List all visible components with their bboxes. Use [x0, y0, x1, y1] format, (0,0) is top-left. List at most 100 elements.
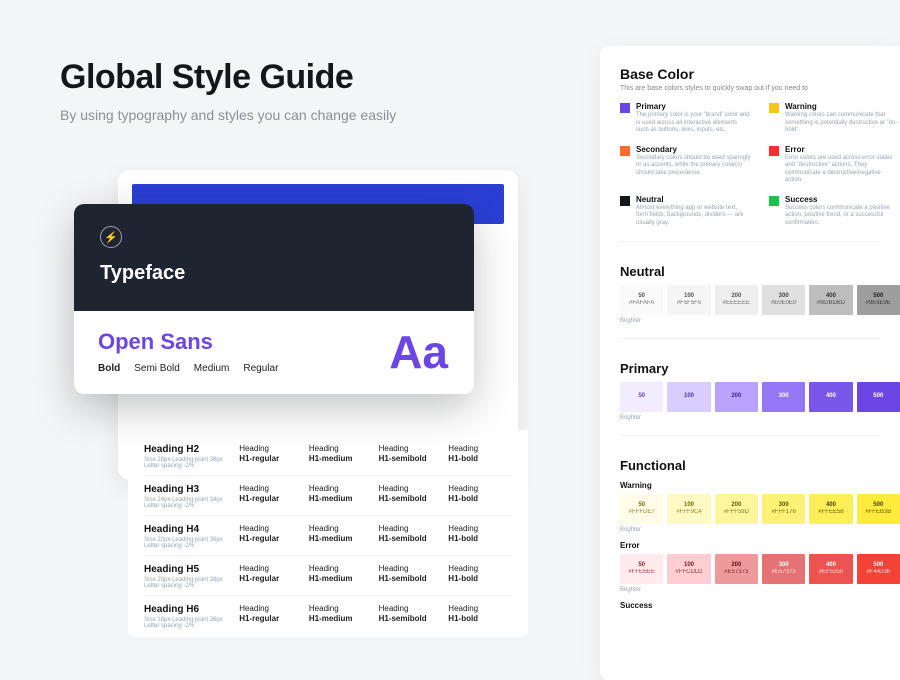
heading-spec-table: Heading H2 Size 28px Leading point 38px … — [128, 430, 528, 637]
heading-meta: Size 22px Leading point 30px Letter spac… — [144, 537, 233, 549]
color-swatch: 400#EF5350 — [809, 554, 852, 584]
heading-variant: HeadingH1-semibold — [379, 604, 443, 623]
heading-variant: HeadingH1-regular — [239, 444, 303, 463]
brighter-label: Brighter — [620, 318, 900, 324]
heading-variant: HeadingH1-bold — [448, 564, 512, 583]
primary-section: Primary 50100200300400500 Brighter — [620, 361, 900, 421]
base-color-grid: Primary The primary color is your "brand… — [620, 102, 900, 227]
color-swatch: 400#BDBDBD — [809, 285, 852, 315]
color-swatch: 100#F5F5F5 — [667, 285, 710, 315]
base-color-desc: Warning colors can communicate that some… — [785, 112, 900, 135]
base-color-title: Base Color — [620, 66, 900, 82]
heading-variant: HeadingH1-semibold — [379, 444, 443, 463]
color-swatch-icon — [769, 196, 779, 206]
heading-variant: HeadingH1-regular — [239, 604, 303, 623]
color-swatch: 200 — [715, 382, 758, 412]
color-swatch-icon — [620, 103, 630, 113]
weight-bold: Bold — [98, 363, 120, 374]
heading-meta: Size 28px Leading point 38px Letter spac… — [144, 457, 233, 469]
color-swatch: 500#9E9E9E — [857, 285, 900, 315]
color-swatch: 200#EEEEEE — [715, 285, 758, 315]
base-color-desc: The primary color is your "brand" color … — [636, 112, 751, 135]
brighter-label: Brighter — [620, 415, 900, 421]
base-color-name: Error — [785, 145, 900, 154]
base-color-desc: Almost everything app or website text, f… — [636, 205, 751, 228]
color-swatch: 200#FFF59D — [715, 494, 758, 524]
color-swatch: 500#F44336 — [857, 554, 900, 584]
base-color-item: Primary The primary color is your "brand… — [620, 102, 751, 135]
brighter-label: Brighter — [620, 527, 900, 533]
hero-block: Global Style Guide By using typography a… — [60, 58, 520, 123]
heading-row: Heading H5 Size 20px Leading point 28px … — [144, 556, 512, 596]
warning-swatch-row: 50#FFFDE7100#FFF9C4200#FFF59D300#FFF1764… — [620, 494, 900, 524]
warning-title: Warning — [620, 481, 900, 490]
heading-row: Heading H2 Size 28px Leading point 38px … — [144, 436, 512, 476]
brighter-label: Brighter — [620, 587, 900, 593]
color-swatch: 50#FAFAFA — [620, 285, 663, 315]
heading-variant: HeadingH1-semibold — [379, 564, 443, 583]
primary-swatch-row: 50100200300400500 — [620, 382, 900, 412]
color-swatch: 100#FFF9C4 — [667, 494, 710, 524]
heading-meta: Size 24px Leading point 34px Letter spac… — [144, 497, 233, 509]
heading-name: Heading H2 — [144, 444, 233, 455]
heading-variant: HeadingH1-regular — [239, 524, 303, 543]
color-swatch: 400#FFEE58 — [809, 494, 852, 524]
color-swatch: 300#FFF176 — [762, 494, 805, 524]
color-swatch: 100#FFCDD2 — [667, 554, 710, 584]
color-swatch: 300#E57373 — [762, 554, 805, 584]
color-swatch: 50#FFFDE7 — [620, 494, 663, 524]
bolt-circle-icon: ⚡ — [100, 226, 122, 248]
base-color-desc: Secondary colors should be used sparingl… — [636, 155, 751, 178]
base-color-name: Neutral — [636, 195, 751, 204]
error-title: Error — [620, 541, 900, 550]
typeface-sample-glyph: Aa — [389, 325, 448, 379]
color-swatch: 500#FFEB3B — [857, 494, 900, 524]
heading-variant: HeadingH1-bold — [448, 604, 512, 623]
color-swatch: 500 — [857, 382, 900, 412]
typeface-card: ⚡ Typeface Open Sans Bold Semi Bold Medi… — [74, 204, 474, 394]
heading-name: Heading H5 — [144, 564, 233, 575]
heading-variant: HeadingH1-medium — [309, 564, 373, 583]
heading-meta: Size 18px Leading point 26px Letter spac… — [144, 617, 233, 629]
base-color-name: Primary — [636, 102, 751, 111]
neutral-swatch-row: 50#FAFAFA100#F5F5F5200#EEEEEE300#E0E0E04… — [620, 285, 900, 315]
color-swatch: 300#E0E0E0 — [762, 285, 805, 315]
color-swatch: 200#E57373 — [715, 554, 758, 584]
neutral-section: Neutral 50#FAFAFA100#F5F5F5200#EEEEEE300… — [620, 264, 900, 324]
divider — [620, 338, 880, 339]
heading-name: Heading H3 — [144, 484, 233, 495]
base-color-subtitle: This are base colors styles to quickly s… — [620, 85, 900, 92]
divider — [620, 241, 880, 242]
typeface-card-title: Typeface — [100, 262, 448, 285]
heading-variant: HeadingH1-semibold — [379, 484, 443, 503]
weight-regular: Regular — [243, 363, 278, 374]
page-title: Global Style Guide — [60, 58, 520, 97]
heading-variant: HeadingH1-medium — [309, 444, 373, 463]
success-title: Success — [620, 601, 900, 610]
color-swatch: 50 — [620, 382, 663, 412]
neutral-title: Neutral — [620, 264, 900, 279]
heading-variant: HeadingH1-semibold — [379, 524, 443, 543]
color-swatch: 50#FFEBEE — [620, 554, 663, 584]
heading-variant: HeadingH1-regular — [239, 564, 303, 583]
heading-variant: HeadingH1-bold — [448, 484, 512, 503]
functional-title: Functional — [620, 458, 900, 473]
color-swatch-icon — [620, 146, 630, 156]
weight-medium: Medium — [194, 363, 230, 374]
heading-row: Heading H4 Size 22px Leading point 30px … — [144, 516, 512, 556]
color-swatch-icon — [620, 196, 630, 206]
base-color-item: Success Success colors communicate a pos… — [769, 195, 900, 228]
color-swatch-icon — [769, 103, 779, 113]
base-color-item: Neutral Almost everything app or website… — [620, 195, 751, 228]
base-color-item: Error Error colors are used across error… — [769, 145, 900, 185]
heading-variant: HeadingH1-medium — [309, 524, 373, 543]
base-color-item: Warning Warning colors can communicate t… — [769, 102, 900, 135]
heading-variant: HeadingH1-bold — [448, 444, 512, 463]
heading-name: Heading H4 — [144, 524, 233, 535]
base-color-name: Success — [785, 195, 900, 204]
heading-name: Heading H6 — [144, 604, 233, 615]
weight-semibold: Semi Bold — [134, 363, 180, 374]
heading-variant: HeadingH1-medium — [309, 484, 373, 503]
color-swatch: 300 — [762, 382, 805, 412]
page-subtitle: By using typography and styles you can c… — [60, 107, 520, 123]
